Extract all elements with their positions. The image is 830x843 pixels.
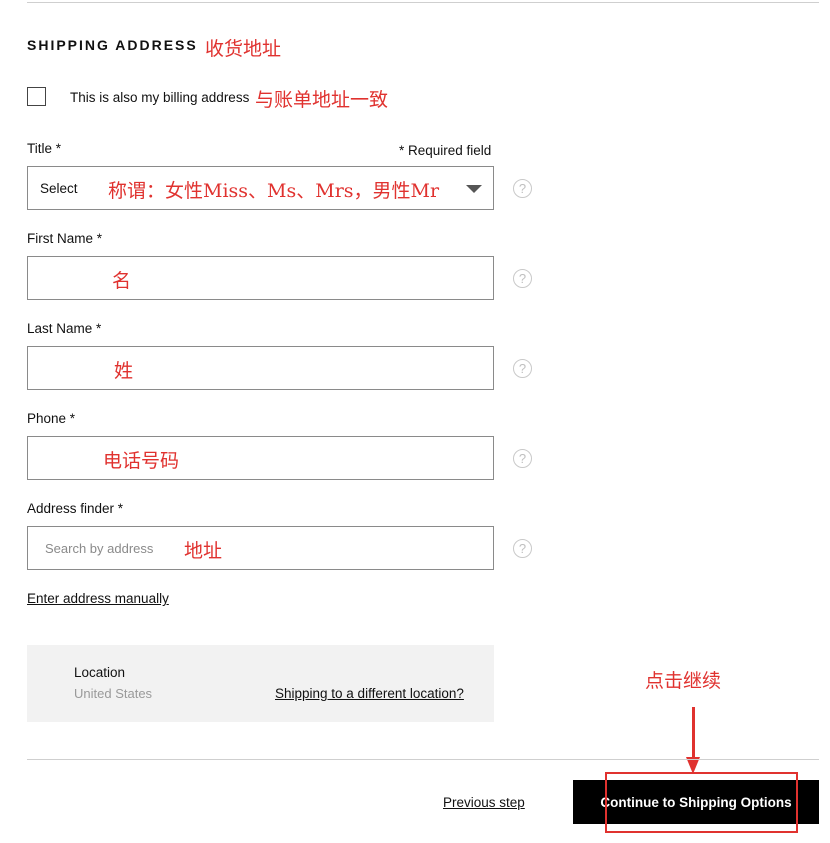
required-note: * Required field <box>399 143 492 158</box>
last-name-help-icon[interactable]: ? <box>513 359 532 378</box>
dropdown-caret-icon[interactable] <box>466 185 482 193</box>
section-heading: SHIPPING ADDRESS <box>27 37 198 53</box>
address-finder-input[interactable]: Search by address <box>27 526 494 570</box>
bottom-divider <box>27 759 819 760</box>
first-name-label: First Name * <box>27 231 103 246</box>
last-name-label: Last Name * <box>27 321 102 336</box>
continue-annotation: 点击继续 <box>645 670 722 692</box>
billing-checkbox[interactable] <box>27 87 46 106</box>
title-label: Title * <box>27 141 62 156</box>
address-help-icon[interactable]: ? <box>513 539 532 558</box>
title-select-value: Select <box>40 181 78 196</box>
phone-label: Phone * <box>27 411 76 426</box>
billing-annotation: 与账单地址一致 <box>255 89 389 111</box>
title-annotation: 称谓：女性Miss、Ms、Mrs，男性Mr <box>108 180 440 202</box>
billing-checkbox-label[interactable]: This is also my billing address <box>70 90 249 105</box>
continue-highlight-box <box>605 772 798 833</box>
enter-address-manually-link[interactable]: Enter address manually <box>27 591 169 606</box>
first-name-input[interactable] <box>27 256 494 300</box>
first-name-annotation: 名 <box>112 270 132 292</box>
address-annotation: 地址 <box>184 540 223 562</box>
location-value: United States <box>74 686 153 701</box>
different-location-link[interactable]: Shipping to a different location? <box>275 686 464 701</box>
address-finder-placeholder: Search by address <box>45 541 154 556</box>
previous-step-link[interactable]: Previous step <box>443 795 525 810</box>
location-panel: Location United States Shipping to a dif… <box>27 645 494 722</box>
phone-input[interactable] <box>27 436 494 480</box>
address-finder-label: Address finder * <box>27 501 124 516</box>
phone-help-icon[interactable]: ? <box>513 449 532 468</box>
phone-annotation: 电话号码 <box>103 450 180 472</box>
title-help-icon[interactable]: ? <box>513 179 532 198</box>
top-divider <box>27 2 819 3</box>
heading-annotation: 收货地址 <box>205 38 282 60</box>
last-name-annotation: 姓 <box>114 360 134 382</box>
location-label: Location <box>74 665 126 680</box>
first-name-help-icon[interactable]: ? <box>513 269 532 288</box>
last-name-input[interactable] <box>27 346 494 390</box>
arrow-down-icon <box>692 707 695 760</box>
